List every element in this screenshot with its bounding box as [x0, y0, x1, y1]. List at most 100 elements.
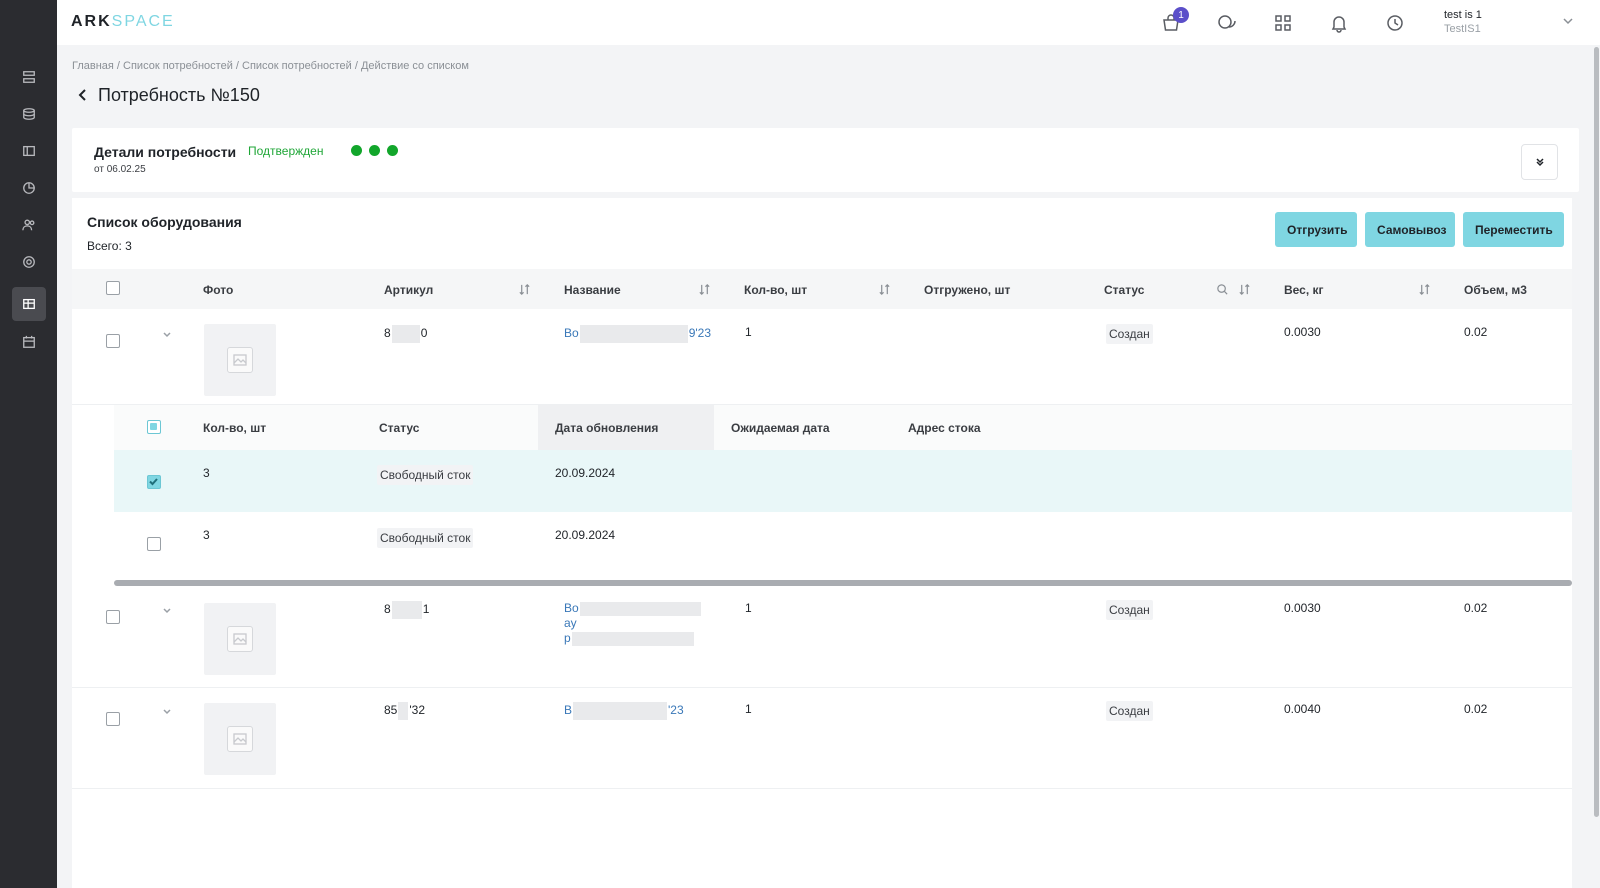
sort-icon[interactable]	[518, 283, 532, 297]
expand-details-button[interactable]	[1521, 144, 1558, 180]
sub-qty-cell: 3	[203, 528, 210, 542]
back-button[interactable]	[74, 86, 92, 104]
qty-cell: 1	[745, 702, 752, 716]
redacted-block	[579, 601, 701, 616]
chevron-down-icon[interactable]	[162, 603, 174, 615]
ship-button[interactable]: Отгрузить	[1275, 212, 1357, 247]
table-row[interactable]: 80 Во 9'23 1 Создан 0.0030 0.02	[72, 309, 1572, 405]
subtable-scrollbar[interactable]	[114, 580, 1572, 586]
bell-icon	[1331, 16, 1347, 33]
article-part: 0	[420, 326, 428, 341]
equipment-total: Всего: 3	[87, 239, 132, 253]
subtable-select-all-checkbox[interactable]	[147, 420, 161, 434]
name-part: ay	[564, 616, 577, 630]
chevron-left-icon	[78, 89, 86, 101]
sub-updated-cell: 20.09.2024	[555, 528, 616, 542]
sort-icon[interactable]	[1418, 283, 1432, 297]
qty-cell: 1	[745, 325, 752, 339]
equipment-card: Список оборудования Всего: 3 Отгрузить С…	[72, 198, 1572, 888]
status-chip: Создан	[1106, 324, 1153, 344]
calendar-icon[interactable]	[12, 325, 46, 359]
volume-cell: 0.02	[1464, 702, 1488, 716]
progress-dot	[351, 145, 362, 156]
double-chevron-down-icon	[1535, 158, 1544, 167]
cart-button[interactable]: 1	[1158, 7, 1189, 36]
sync-button[interactable]	[1382, 10, 1408, 36]
sub-status-chip: Свободный сток	[377, 528, 474, 548]
qty-cell: 1	[745, 601, 752, 615]
name-link[interactable]: В '23	[564, 702, 684, 720]
progress-dot	[387, 145, 398, 156]
page-scrollbar[interactable]	[1592, 45, 1600, 888]
col-qty: Кол-во, шт	[744, 283, 808, 297]
table-header: Фото Артикул Название Кол-во, шт Отгруже…	[72, 269, 1572, 309]
product-photo	[204, 603, 276, 675]
logo[interactable]: ARKSPACE	[71, 13, 175, 31]
chevron-down-icon[interactable]	[162, 704, 174, 716]
article-part: 1	[422, 602, 430, 617]
col-shipped: Отгружено, шт	[924, 283, 1011, 297]
search-icon[interactable]	[1216, 283, 1230, 297]
sub-col-status: Статус	[379, 421, 420, 435]
table-edit-icon[interactable]	[12, 287, 46, 321]
table-row[interactable]: 81 Воay p 1 Создан 0.0030 0.02	[72, 588, 1572, 688]
user-menu-chevron-icon[interactable]	[1562, 14, 1576, 28]
sub-col-expected: Ожидаемая дата	[731, 421, 830, 435]
status-badge: Подтвержден	[248, 144, 324, 158]
chevron-down-icon[interactable]	[162, 327, 174, 339]
breadcrumb[interactable]: Главная / Список потребностей / Список п…	[72, 60, 469, 72]
subtable-header: Кол-во, шт Статус Дата обновления Ожидае…	[114, 405, 1572, 450]
details-title: Детали потребности	[94, 144, 237, 160]
article-part: '32	[409, 703, 425, 718]
logo-accent-text: SPACE	[111, 13, 175, 30]
redacted-block	[579, 325, 688, 343]
sort-icon[interactable]	[698, 283, 712, 297]
pickup-button[interactable]: Самовывоз	[1365, 212, 1455, 247]
row-checkbox[interactable]	[106, 334, 120, 348]
top-header: ARKSPACE 1 test is 1 TestIS1	[57, 0, 1600, 45]
image-placeholder-icon	[227, 626, 253, 652]
sort-icon[interactable]	[878, 283, 892, 297]
redacted-block	[391, 601, 422, 619]
server-list-icon[interactable]	[12, 60, 46, 94]
page-scrollbar-thumb[interactable]	[1594, 47, 1599, 817]
col-name: Название	[564, 283, 621, 297]
name-link[interactable]: Воay p	[564, 601, 714, 646]
subtable-row-checkbox[interactable]	[147, 475, 161, 489]
subtable-row[interactable]: 3 Свободный сток 20.09.2024	[114, 450, 1572, 512]
apps-button[interactable]	[1270, 10, 1296, 36]
notifications-button[interactable]	[1326, 10, 1352, 36]
sub-qty-cell: 3	[203, 466, 210, 480]
row-checkbox[interactable]	[106, 610, 120, 624]
article-part: 85	[384, 703, 398, 718]
table-row[interactable]: 85 '32 В '23 1 Создан 0.0040 0.02	[72, 688, 1572, 789]
users-icon[interactable]	[12, 208, 46, 242]
page-title: Потребность №150	[98, 85, 260, 105]
move-button[interactable]: Переместить	[1463, 212, 1564, 247]
subtable-row[interactable]: 3 Свободный сток 20.09.2024	[114, 513, 1572, 575]
subtable-row-checkbox[interactable]	[147, 537, 161, 551]
user-name[interactable]: test is 1	[1444, 9, 1482, 21]
name-part: В	[564, 703, 573, 718]
sync-icon	[1387, 15, 1403, 31]
redacted-block	[573, 702, 668, 720]
select-all-checkbox[interactable]	[106, 281, 120, 295]
article-part: 8	[384, 326, 391, 341]
article-part: 8	[384, 602, 391, 617]
row-checkbox[interactable]	[106, 712, 120, 726]
grid-icon	[1275, 15, 1291, 31]
database-icon[interactable]	[12, 97, 46, 131]
details-date: от 06.02.25	[94, 164, 146, 175]
name-part: 9'23	[688, 326, 711, 341]
product-photo	[204, 703, 276, 775]
chart-icon[interactable]	[12, 171, 46, 205]
sub-status-chip: Свободный сток	[377, 465, 474, 485]
sort-icon[interactable]	[1238, 283, 1252, 297]
user-org: TestIS1	[1444, 23, 1481, 35]
panel-icon[interactable]	[12, 134, 46, 168]
status-chip: Создан	[1106, 600, 1153, 620]
settings-icon[interactable]	[12, 245, 46, 279]
chat-button[interactable]	[1214, 10, 1240, 36]
logo-main-text: ARK	[71, 13, 112, 30]
name-link[interactable]: Во 9'23	[564, 325, 711, 343]
